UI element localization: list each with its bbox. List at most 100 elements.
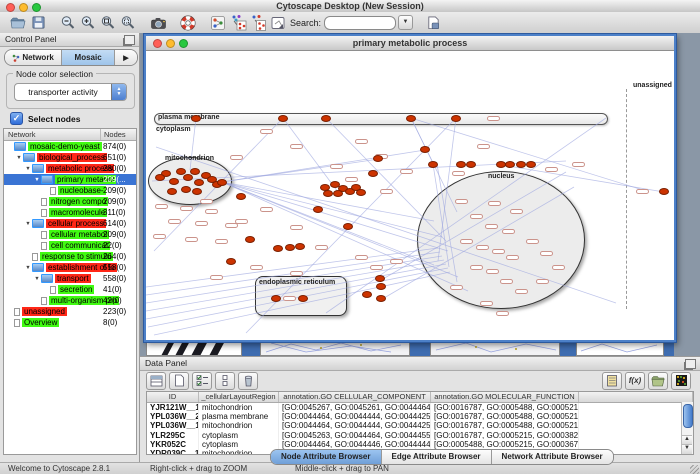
node-label[interactable] [460, 239, 473, 244]
node-label[interactable] [470, 265, 483, 270]
table-cell[interactable]: YLR295C [147, 431, 199, 440]
network-node[interactable] [466, 161, 476, 168]
network-node[interactable] [376, 295, 386, 302]
table-cell[interactable]: [GO:0016787, GO:0005488, GO:0005215, G..… [431, 403, 579, 412]
node-label[interactable] [536, 279, 549, 284]
tree-item-primary-metabol[interactable]: ▼primary metabol209(... [4, 174, 136, 185]
function-builder-icon[interactable]: f(x) [625, 372, 645, 390]
network-node[interactable] [313, 206, 323, 213]
expand-arrow-icon[interactable]: ▼ [24, 221, 32, 227]
tree-item-mosaic-demo-yeast[interactable]: mosaic-demo-yeast874(0) [4, 141, 136, 152]
network-node[interactable] [428, 161, 438, 168]
tree-item-transport[interactable]: ▼transport558(0) [4, 273, 136, 284]
node-label[interactable] [260, 207, 273, 212]
node-label[interactable] [552, 265, 565, 270]
node-label[interactable] [355, 255, 368, 260]
tree-item-multi-organism-pro[interactable]: multi-organism pro42(0) [4, 295, 136, 306]
float-panel-icon[interactable] [124, 35, 135, 45]
table-cell[interactable]: [GO:0044464, GO:0044446, GO:0044444, G..… [279, 440, 431, 449]
network-node[interactable] [217, 179, 227, 186]
table-cell[interactable]: YKR052C [147, 440, 199, 449]
node-label[interactable] [526, 239, 539, 244]
node-label[interactable] [480, 301, 493, 306]
new-attribute-icon[interactable] [169, 372, 189, 390]
node-label[interactable] [488, 201, 501, 206]
help-lifesaver-icon[interactable] [178, 14, 198, 32]
column-header-id[interactable]: ID [147, 392, 199, 402]
tree-item-macromolecule[interactable]: macromolecule311(0) [4, 207, 136, 218]
table-cell[interactable]: YJR121W__1 [147, 403, 199, 412]
tree-item-biological-process[interactable]: ▼biological_process651(0) [4, 152, 136, 163]
scroll-down-icon[interactable]: ▼ [682, 444, 692, 454]
column-header-annotation-go-molecular-function[interactable]: annotation.GO MOLECULAR_FUNCTION [431, 392, 579, 402]
node-label[interactable] [636, 189, 649, 194]
tab-network[interactable]: Network [5, 50, 62, 65]
expand-arrow-icon[interactable]: ▼ [24, 265, 32, 271]
zoom-selected-icon[interactable] [118, 14, 138, 32]
zoom-fit-icon[interactable] [98, 14, 118, 32]
node-label[interactable] [485, 224, 498, 229]
node-label[interactable] [380, 189, 393, 194]
node-label[interactable] [400, 169, 413, 174]
node-label[interactable] [210, 275, 223, 280]
node-label[interactable] [450, 285, 463, 290]
tab-overflow-arrow[interactable]: ▶ [115, 50, 137, 65]
node-label[interactable] [470, 214, 483, 219]
node-label[interactable] [195, 221, 208, 226]
table-cell[interactable]: mitochondrion [199, 421, 279, 430]
network-node[interactable] [343, 223, 353, 230]
network-node[interactable] [176, 168, 186, 175]
column-header-cellularlayoutregion[interactable]: _cellularLayoutRegion [199, 392, 279, 402]
copy-layout-left-icon[interactable] [228, 14, 248, 32]
attribute-checklist-icon[interactable] [192, 372, 212, 390]
network-node[interactable] [226, 258, 236, 265]
expand-arrow-icon[interactable]: ▼ [24, 166, 32, 172]
resize-grip[interactable] [690, 465, 699, 474]
tree-item-cellular-process[interactable]: ▼cellular process614(0) [4, 218, 136, 229]
node-label[interactable] [492, 249, 505, 254]
network-node[interactable] [368, 170, 378, 177]
table-row-ylr295c[interactable]: YLR295Ccytoplasm[GO:0045263, GO:0044464,… [147, 431, 693, 440]
node-label[interactable] [215, 239, 228, 244]
network-node[interactable] [659, 188, 669, 195]
table-row-ypl036w-1[interactable]: YPL036W__1mitochondrion[GO:0044464, GO:0… [147, 421, 693, 430]
network-node[interactable] [192, 188, 202, 195]
save-session-icon[interactable] [28, 14, 48, 32]
node-label[interactable] [486, 269, 499, 274]
network-node[interactable] [373, 155, 383, 162]
node-label[interactable] [515, 289, 528, 294]
network-node[interactable] [190, 168, 200, 175]
node-label[interactable] [452, 171, 465, 176]
import-attributes-icon[interactable] [648, 372, 668, 390]
tree-item-response-to-stimulu[interactable]: response to stimulu264(0) [4, 251, 136, 262]
tab-mosaic[interactable]: Mosaic [62, 50, 115, 65]
node-label[interactable] [283, 296, 296, 301]
table-cell[interactable]: YDR039C__1 [147, 449, 199, 455]
select-attributes-icon[interactable] [146, 372, 166, 390]
tab-edge-attribute-browser[interactable]: Edge Attribute Browser [382, 450, 492, 464]
node-label[interactable] [315, 245, 328, 250]
network-node[interactable] [362, 291, 372, 298]
tree-item-unassigned[interactable]: unassigned223(0) [4, 306, 136, 317]
table-cell[interactable]: YPL036W__2 [147, 412, 199, 421]
matrix-heatmap-icon[interactable] [671, 372, 691, 390]
tree-item-cellular-metabol[interactable]: cellular metabol209(0) [4, 229, 136, 240]
node-label[interactable] [506, 255, 519, 260]
node-label[interactable] [290, 144, 303, 149]
table-cell[interactable]: cytoplasm [199, 440, 279, 449]
node-label[interactable] [476, 245, 489, 250]
network-node[interactable] [420, 146, 430, 153]
node-label[interactable] [180, 206, 193, 211]
network-node[interactable] [236, 193, 246, 200]
table-cell[interactable]: YPL036W__1 [147, 421, 199, 430]
table-cell[interactable]: [GO:0016787, GO:0005215, GO:0003824, G..… [431, 431, 579, 440]
network-node[interactable] [155, 174, 165, 181]
network-node[interactable] [516, 161, 526, 168]
node-label[interactable] [290, 225, 303, 230]
node-label[interactable] [153, 234, 166, 239]
table-cell[interactable]: [GO:0016787, GO:0005488, GO:0005215, G..… [431, 421, 579, 430]
node-label[interactable] [355, 139, 368, 144]
table-cell[interactable]: mitochondrion [199, 449, 279, 455]
node-label[interactable] [250, 265, 263, 270]
annotation-page-icon[interactable] [268, 14, 288, 32]
